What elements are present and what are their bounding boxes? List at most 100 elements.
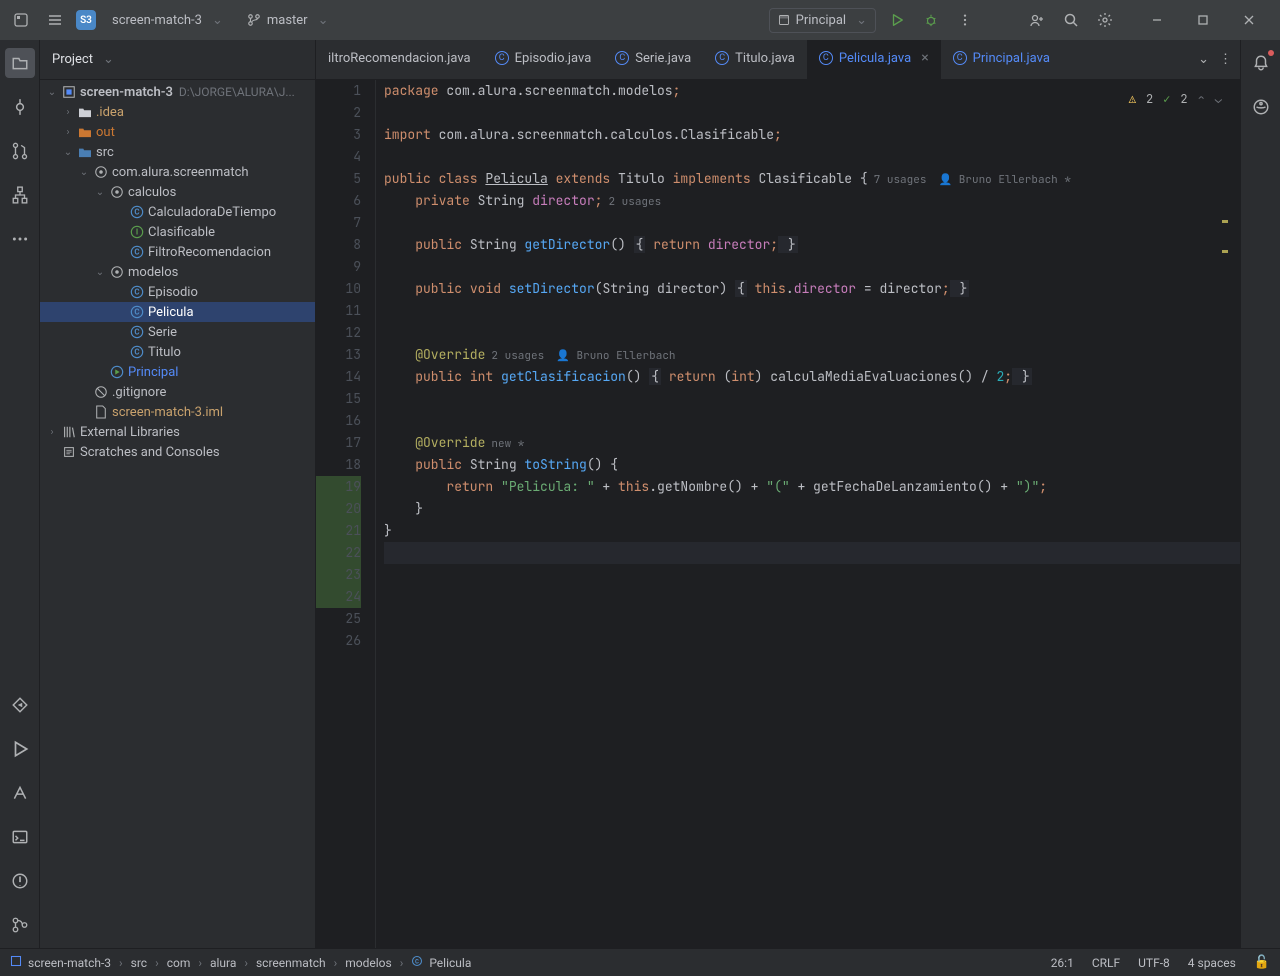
tree-item-scratches[interactable]: Scratches and Consoles [40,442,315,462]
code-with-me-icon[interactable] [1024,7,1050,33]
library-icon [60,425,78,439]
tree-item-class[interactable]: C FiltroRecomendacion [40,242,315,262]
tree-label: src [96,145,114,160]
project-selector[interactable]: screen-match-3 ⌄ [104,9,231,32]
editor-tabs: iltroRecomendacion.java CEpisodio.java C… [316,40,1240,80]
chevron-down-icon[interactable]: ⌄ [103,52,114,67]
build-tool-icon[interactable] [5,778,35,808]
source-folder-icon [76,146,94,158]
tree-root[interactable]: ⌄ screen-match-3 D:\JORGE\ALURA\J... [40,82,315,102]
project-panel: Project ⌄ ⌄ screen-match-3 D:\JORGE\ALUR… [40,40,316,948]
usages-hint[interactable]: 2 usages [485,349,550,363]
more-tools-icon[interactable] [5,224,35,254]
tree-item-idea[interactable]: › .idea [40,102,315,122]
run-button[interactable] [884,7,910,33]
tree-item-class[interactable]: C Episodio [40,282,315,302]
tree-label: screen-match-3.iml [112,405,223,420]
gutter[interactable]: 1 2 3 4 5 6 7 8 9 10 11 12 13 14 15 16 1… [316,80,376,948]
readonly-toggle-icon[interactable]: 🔓 [1254,955,1270,970]
structure-tool-icon[interactable] [5,180,35,210]
package-icon [108,265,126,279]
tree-item-interface[interactable]: I Clasificable [40,222,315,242]
maximize-button[interactable] [1180,0,1226,40]
author-hint[interactable]: 👤 Bruno Ellerbach [550,349,681,363]
tree-label: Titulo [148,345,181,360]
branch-icon [247,13,261,27]
encoding[interactable]: UTF-8 [1138,956,1170,970]
tab-list-icon[interactable]: ⌄ [1198,52,1209,67]
scratches-icon [60,445,78,459]
commit-tool-icon[interactable] [5,92,35,122]
ai-assistant-icon[interactable] [1246,92,1276,122]
more-actions-icon[interactable] [952,7,978,33]
project-badge: S3 [76,10,96,30]
vcs-branch-selector[interactable]: master ⌄ [239,9,337,32]
tree-label: screen-match-3 [80,85,173,100]
tree-item-class-selected[interactable]: C Pelicula [40,302,315,322]
tree-path: D:\JORGE\ALURA\J... [179,85,295,99]
services-tool-icon[interactable] [5,690,35,720]
usages-hint[interactable]: 7 usages [868,173,933,187]
tab-episodio[interactable]: CEpisodio.java [483,40,604,79]
terminal-tool-icon[interactable] [5,822,35,852]
new-hint[interactable]: new * [485,437,530,451]
settings-icon[interactable] [1092,7,1118,33]
tree-item-class[interactable]: C Serie [40,322,315,342]
run-tool-icon[interactable] [5,734,35,764]
debug-button[interactable] [918,7,944,33]
expand-icon: ⌄ [92,267,108,278]
tree-item-class[interactable]: C Titulo [40,342,315,362]
tree-item-external[interactable]: › External Libraries [40,422,315,442]
breadcrumb-item[interactable]: com [167,956,191,970]
app-menu-icon[interactable] [8,7,34,33]
close-tab-icon[interactable]: × [921,50,928,66]
line-separator[interactable]: CRLF [1092,956,1120,970]
tree-label: External Libraries [80,425,180,440]
tree-item-iml[interactable]: screen-match-3.iml [40,402,315,422]
breadcrumb-item[interactable]: screen-match-3 [28,956,111,970]
svg-text:I: I [136,228,138,237]
minimize-button[interactable] [1134,0,1180,40]
author-hint[interactable]: 👤 Bruno Ellerbach * [932,173,1077,187]
search-icon[interactable] [1058,7,1084,33]
tree-item-package[interactable]: ⌄ com.alura.screenmatch [40,162,315,182]
tree-item-src[interactable]: ⌄ src [40,142,315,162]
usages-hint[interactable]: 2 usages [602,195,667,209]
tree-item-calculos[interactable]: ⌄ calculos [40,182,315,202]
package-icon [108,185,126,199]
project-tool-icon[interactable] [5,48,35,78]
error-stripe[interactable] [1224,80,1228,948]
breadcrumb-item[interactable]: screenmatch [256,956,326,970]
tab-serie[interactable]: CSerie.java [603,40,703,79]
tree-item-gitignore[interactable]: .gitignore [40,382,315,402]
tree-item-class[interactable]: C CalculadoraDeTiempo [40,202,315,222]
vcs-tool-icon[interactable] [5,910,35,940]
close-button[interactable] [1226,0,1272,40]
project-tree: ⌄ screen-match-3 D:\JORGE\ALURA\J... › .… [40,80,315,948]
breadcrumb-item[interactable]: Pelicula [429,956,471,970]
tab-principal[interactable]: CPrincipal.java [941,40,1062,79]
tree-item-modelos[interactable]: ⌄ modelos [40,262,315,282]
run-config-selector[interactable]: Principal ⌄ [769,8,876,33]
collapse-icon: › [60,107,76,118]
code-editor[interactable]: ⚠2 ✓2 ⌃ ⌄ 1 2 3 4 5 6 7 8 9 10 11 12 13 … [316,80,1240,948]
breadcrumb-item[interactable]: alura [210,956,236,970]
notifications-icon[interactable] [1246,48,1276,78]
indent[interactable]: 4 spaces [1188,956,1236,970]
tree-item-main-class[interactable]: Principal [40,362,315,382]
tab-more-icon[interactable]: ⋮ [1219,52,1232,67]
tab-filtrorecomendacion[interactable]: iltroRecomendacion.java [316,40,483,79]
pull-requests-icon[interactable] [5,136,35,166]
tab-pelicula[interactable]: CPelicula.java× [807,40,941,79]
cursor-position[interactable]: 26:1 [1051,956,1074,970]
tree-label: CalculadoraDeTiempo [148,205,276,220]
breadcrumb-item[interactable]: modelos [345,956,391,970]
class-icon: C [128,305,146,319]
problems-tool-icon[interactable] [5,866,35,896]
tree-item-out[interactable]: › out [40,122,315,142]
code-content[interactable]: package com.alura.screenmatch.modelos; i… [376,80,1240,948]
hamburger-icon[interactable] [42,7,68,33]
svg-text:C: C [134,208,139,217]
breadcrumb-item[interactable]: src [131,956,147,970]
tab-titulo[interactable]: CTitulo.java [703,40,807,79]
